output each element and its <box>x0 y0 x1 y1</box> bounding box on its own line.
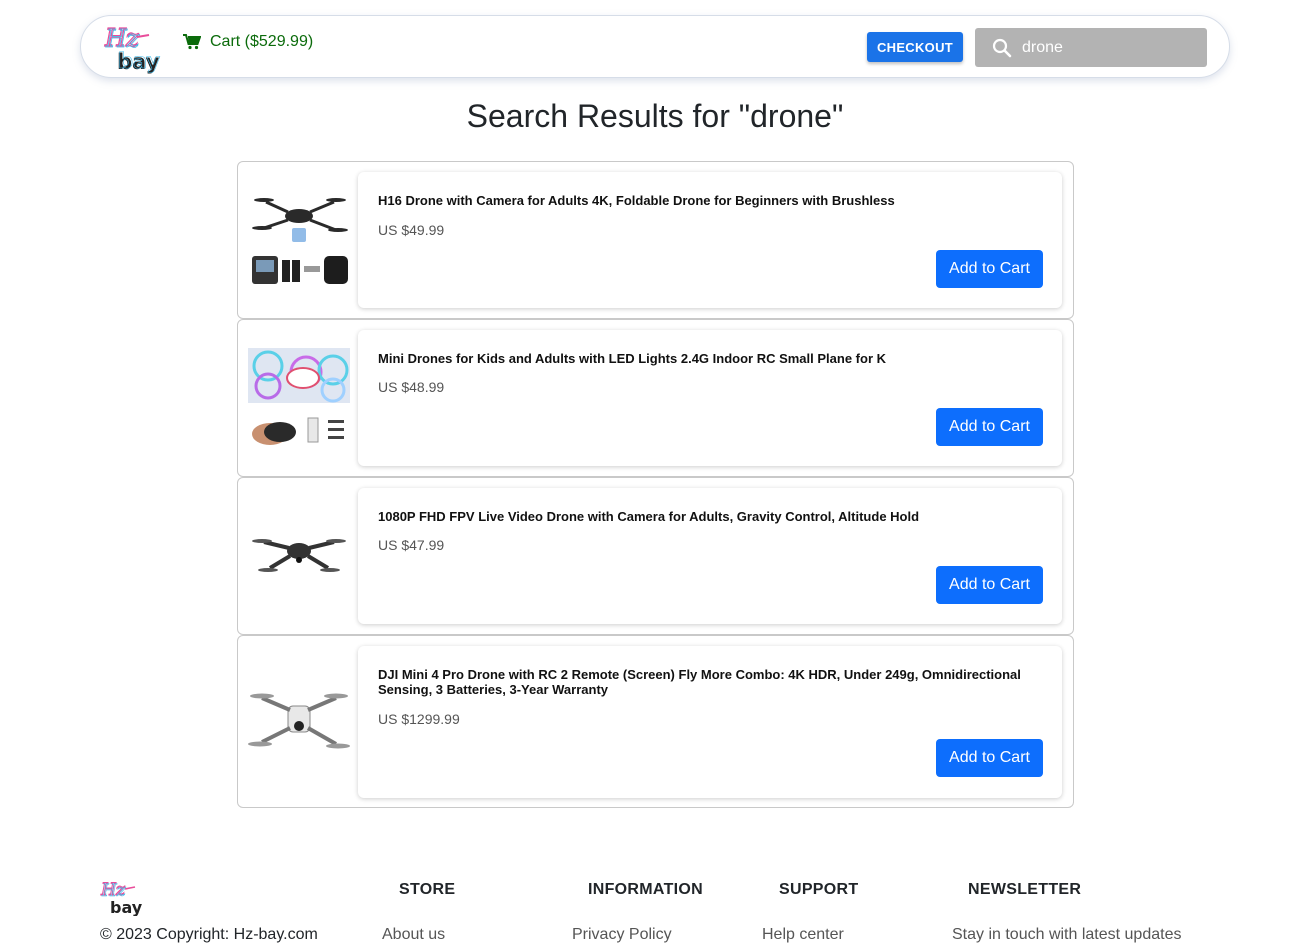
cart-link[interactable]: Cart ($529.99) <box>183 33 313 51</box>
product-price: US $47.99 <box>378 537 445 553</box>
footer-link-about-us[interactable]: About us <box>382 926 445 944</box>
search-input[interactable] <box>1022 35 1202 60</box>
result-item: H16 Drone with Camera for Adults 4K, Fol… <box>237 161 1074 319</box>
search-box[interactable] <box>975 28 1207 67</box>
result-item: Mini Drones for Kids and Adults with LED… <box>237 319 1074 477</box>
product-image[interactable] <box>248 190 350 292</box>
footer-heading-support: SUPPORT <box>779 881 859 898</box>
svg-text:bay: bay <box>118 49 161 73</box>
product-price: US $48.99 <box>378 379 445 395</box>
search-icon <box>992 38 1012 57</box>
product-name[interactable]: 1080P FHD FPV Live Video Drone with Came… <box>378 509 1038 524</box>
product-name[interactable]: DJI Mini 4 Pro Drone with RC 2 Remote (S… <box>378 667 1038 697</box>
footer-heading-newsletter: NEWSLETTER <box>968 881 1082 898</box>
product-card: H16 Drone with Camera for Adults 4K, Fol… <box>358 172 1062 308</box>
page-title: Search Results for "drone" <box>466 98 844 134</box>
footer-logo[interactable]: Hz Hz bay <box>100 878 148 917</box>
footer-link-help-center[interactable]: Help center <box>762 926 844 944</box>
product-card: 1080P FHD FPV Live Video Drone with Came… <box>358 488 1062 624</box>
hz-bay-logo[interactable]: Hz Hz bay bay <box>103 22 163 74</box>
cart-icon <box>183 34 201 50</box>
product-image[interactable] <box>248 672 350 774</box>
footer-newsletter-text: Stay in touch with latest updates <box>952 926 1182 943</box>
copyright-text: © 2023 Copyright: Hz-bay.com <box>100 926 318 943</box>
footer-link-privacy-policy[interactable]: Privacy Policy <box>572 926 672 944</box>
product-name[interactable]: H16 Drone with Camera for Adults 4K, Fol… <box>378 193 1038 208</box>
product-price: US $49.99 <box>378 222 445 238</box>
add-to-cart-button[interactable]: Add to Cart <box>936 250 1043 288</box>
checkout-button[interactable]: CHECKOUT <box>867 32 963 62</box>
add-to-cart-button[interactable]: Add to Cart <box>936 566 1043 604</box>
top-navbar: Hz Hz bay bay Cart ($529.99) CHECKOUT <box>80 15 1230 78</box>
result-item: DJI Mini 4 Pro Drone with RC 2 Remote (S… <box>237 635 1074 808</box>
add-to-cart-button[interactable]: Add to Cart <box>936 408 1043 446</box>
footer-heading-store: STORE <box>399 881 456 898</box>
product-image[interactable] <box>248 506 350 608</box>
cart-label: Cart ($529.99) <box>210 33 314 50</box>
footer-heading-information: INFORMATION <box>588 881 703 898</box>
result-item: 1080P FHD FPV Live Video Drone with Came… <box>237 477 1074 635</box>
add-to-cart-button[interactable]: Add to Cart <box>936 739 1043 777</box>
svg-text:bay: bay <box>110 898 143 916</box>
product-price: US $1299.99 <box>378 711 460 727</box>
product-image[interactable] <box>248 348 350 450</box>
product-card: Mini Drones for Kids and Adults with LED… <box>358 330 1062 466</box>
product-card: DJI Mini 4 Pro Drone with RC 2 Remote (S… <box>358 646 1062 798</box>
product-name[interactable]: Mini Drones for Kids and Adults with LED… <box>378 351 1038 366</box>
